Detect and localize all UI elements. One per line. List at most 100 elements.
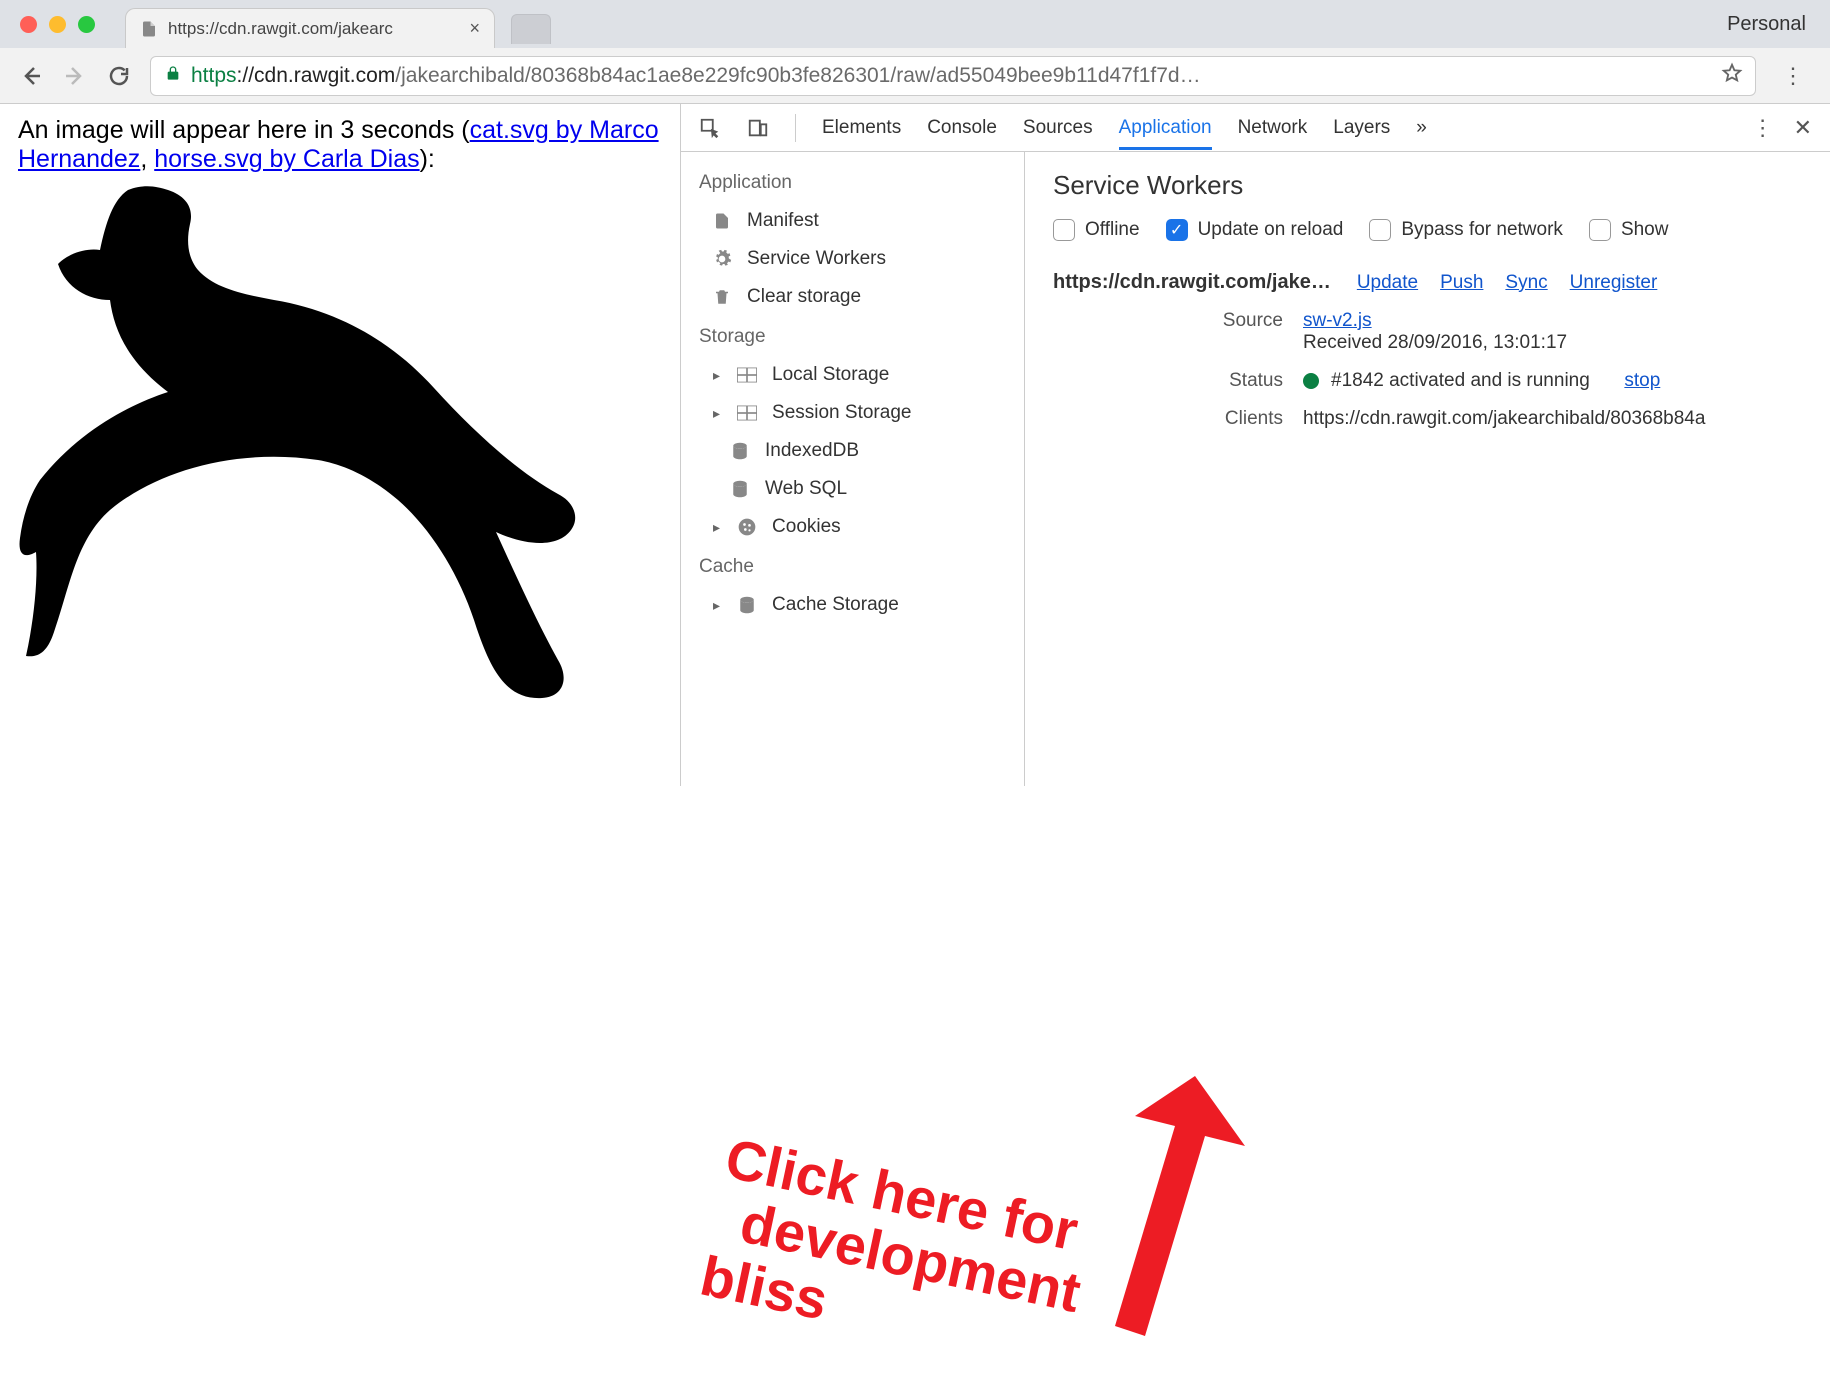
tab-close-icon[interactable]: × xyxy=(469,18,480,39)
status-dot-icon xyxy=(1303,373,1319,389)
sidebar-websql[interactable]: Web SQL xyxy=(699,470,1024,508)
maximize-window-button[interactable] xyxy=(78,16,95,33)
devtools-close-icon[interactable]: ✕ xyxy=(1794,115,1812,141)
sidebar-manifest[interactable]: Manifest xyxy=(681,202,1024,240)
trash-icon xyxy=(711,287,733,307)
sw-origin: https://cdn.rawgit.com/jake… xyxy=(1053,271,1331,294)
database-icon xyxy=(729,479,751,499)
devtools-menu-icon[interactable]: ⋮ xyxy=(1752,115,1774,141)
page-content: An image will appear here in 3 seconds (… xyxy=(0,104,680,786)
label: IndexedDB xyxy=(765,440,859,462)
browser-menu-button[interactable]: ⋮ xyxy=(1774,63,1812,89)
link-horse-svg[interactable]: horse.svg by Carla Dias xyxy=(154,145,419,173)
table-icon xyxy=(736,367,758,383)
file-icon xyxy=(140,18,158,40)
sidebar-clear-storage[interactable]: Clear storage xyxy=(681,278,1024,316)
label: Local Storage xyxy=(772,364,889,386)
arrow-left-icon xyxy=(19,64,43,88)
address-bar[interactable]: https://cdn.rawgit.com/jakearchibald/803… xyxy=(150,56,1756,96)
close-window-button[interactable] xyxy=(20,16,37,33)
sidebar-cookies[interactable]: Cookies xyxy=(699,508,1024,546)
label: Clear storage xyxy=(747,286,861,308)
tab-sources[interactable]: Sources xyxy=(1023,117,1093,139)
label: Cache Storage xyxy=(772,594,899,616)
tab-network[interactable]: Network xyxy=(1238,117,1308,139)
forward-button xyxy=(62,63,88,89)
panel-title: Service Workers xyxy=(1053,170,1830,201)
new-tab-button[interactable] xyxy=(511,14,551,44)
label: Session Storage xyxy=(772,402,911,424)
tab-elements[interactable]: Elements xyxy=(822,117,901,139)
tab-application[interactable]: Application xyxy=(1119,117,1212,150)
sw-source-link[interactable]: sw-v2.js xyxy=(1303,310,1372,331)
browser-tab[interactable]: https://cdn.rawgit.com/jakearc × xyxy=(125,8,495,48)
bookmark-star-icon[interactable] xyxy=(1721,62,1743,90)
sw-status-text: #1842 activated and is running xyxy=(1331,370,1590,392)
devtools-tab-bar: Elements Console Sources Application Net… xyxy=(681,104,1830,152)
show-checkbox[interactable]: Show xyxy=(1589,219,1669,241)
sidebar-session-storage[interactable]: Session Storage xyxy=(699,394,1024,432)
label: Cookies xyxy=(772,516,841,538)
clients-label: Clients xyxy=(1163,408,1283,430)
content-area: An image will appear here in 3 seconds (… xyxy=(0,104,1830,786)
sw-sync-link[interactable]: Sync xyxy=(1505,272,1547,294)
source-label: Source xyxy=(1163,310,1283,354)
page-intro: An image will appear here in 3 seconds (… xyxy=(18,116,662,174)
lock-icon xyxy=(165,64,181,87)
sw-received: Received 28/09/2016, 13:01:17 xyxy=(1303,332,1567,353)
table-icon xyxy=(736,405,758,421)
tab-console[interactable]: Console xyxy=(927,117,997,139)
label: Service Workers xyxy=(747,248,886,270)
sw-push-link[interactable]: Push xyxy=(1440,272,1483,294)
sw-stop-link[interactable]: stop xyxy=(1624,370,1660,392)
group-storage: Storage xyxy=(681,316,1024,356)
toolbar: https://cdn.rawgit.com/jakearchibald/803… xyxy=(0,48,1830,104)
devtools-sidebar: Application Manifest Service Workers Cle… xyxy=(681,152,1025,786)
inspect-icon[interactable] xyxy=(699,117,721,139)
label: Web SQL xyxy=(765,478,847,500)
window-controls xyxy=(0,16,95,33)
devtools-body: Application Manifest Service Workers Cle… xyxy=(681,152,1830,786)
browser-chrome: https://cdn.rawgit.com/jakearc × Persona… xyxy=(0,0,1830,104)
sw-unregister-link[interactable]: Unregister xyxy=(1570,272,1658,294)
annotation-text: Click here for development bliss xyxy=(695,1129,1098,1382)
sidebar-cache-storage[interactable]: Cache Storage xyxy=(699,586,1024,624)
reload-button[interactable] xyxy=(106,63,132,89)
separator xyxy=(795,114,796,142)
tab-layers[interactable]: Layers xyxy=(1333,117,1390,139)
device-toggle-icon[interactable] xyxy=(747,117,769,139)
arrow-right-icon xyxy=(63,64,87,88)
sidebar-service-workers[interactable]: Service Workers xyxy=(681,240,1024,278)
tab-title: https://cdn.rawgit.com/jakearc xyxy=(168,19,393,39)
file-icon xyxy=(711,211,733,231)
tab-strip: https://cdn.rawgit.com/jakearc × xyxy=(125,0,551,48)
database-icon xyxy=(729,441,751,461)
minimize-window-button[interactable] xyxy=(49,16,66,33)
url-text: https://cdn.rawgit.com/jakearchibald/803… xyxy=(191,64,1201,88)
sw-update-link[interactable]: Update xyxy=(1357,272,1418,294)
offline-checkbox[interactable]: Offline xyxy=(1053,219,1140,241)
cookie-icon xyxy=(736,517,758,537)
sw-clients: https://cdn.rawgit.com/jakearchibald/803… xyxy=(1303,408,1830,430)
horse-icon xyxy=(18,180,578,700)
status-label: Status xyxy=(1163,370,1283,392)
gear-icon xyxy=(711,249,733,269)
horse-image xyxy=(18,180,662,707)
sw-origin-row: https://cdn.rawgit.com/jake… Update Push… xyxy=(1053,271,1830,294)
sw-options-row: Offline ✓Update on reload Bypass for net… xyxy=(1053,219,1830,241)
reload-icon xyxy=(107,64,131,88)
back-button[interactable] xyxy=(18,63,44,89)
label: Manifest xyxy=(747,210,819,232)
devtools-panel: Elements Console Sources Application Net… xyxy=(680,104,1830,786)
bypass-checkbox[interactable]: Bypass for network xyxy=(1369,219,1563,241)
group-cache: Cache xyxy=(681,546,1024,586)
sidebar-indexeddb[interactable]: IndexedDB xyxy=(699,432,1024,470)
sidebar-local-storage[interactable]: Local Storage xyxy=(699,356,1024,394)
arrow-icon xyxy=(1085,1076,1245,1336)
group-application: Application xyxy=(681,162,1024,202)
titlebar: https://cdn.rawgit.com/jakearc × Persona… xyxy=(0,0,1830,48)
update-on-reload-checkbox[interactable]: ✓Update on reload xyxy=(1166,219,1344,241)
tab-more[interactable]: » xyxy=(1416,117,1427,139)
profile-label[interactable]: Personal xyxy=(1727,13,1806,36)
sw-action-links: Update Push Sync Unregister xyxy=(1357,272,1658,294)
